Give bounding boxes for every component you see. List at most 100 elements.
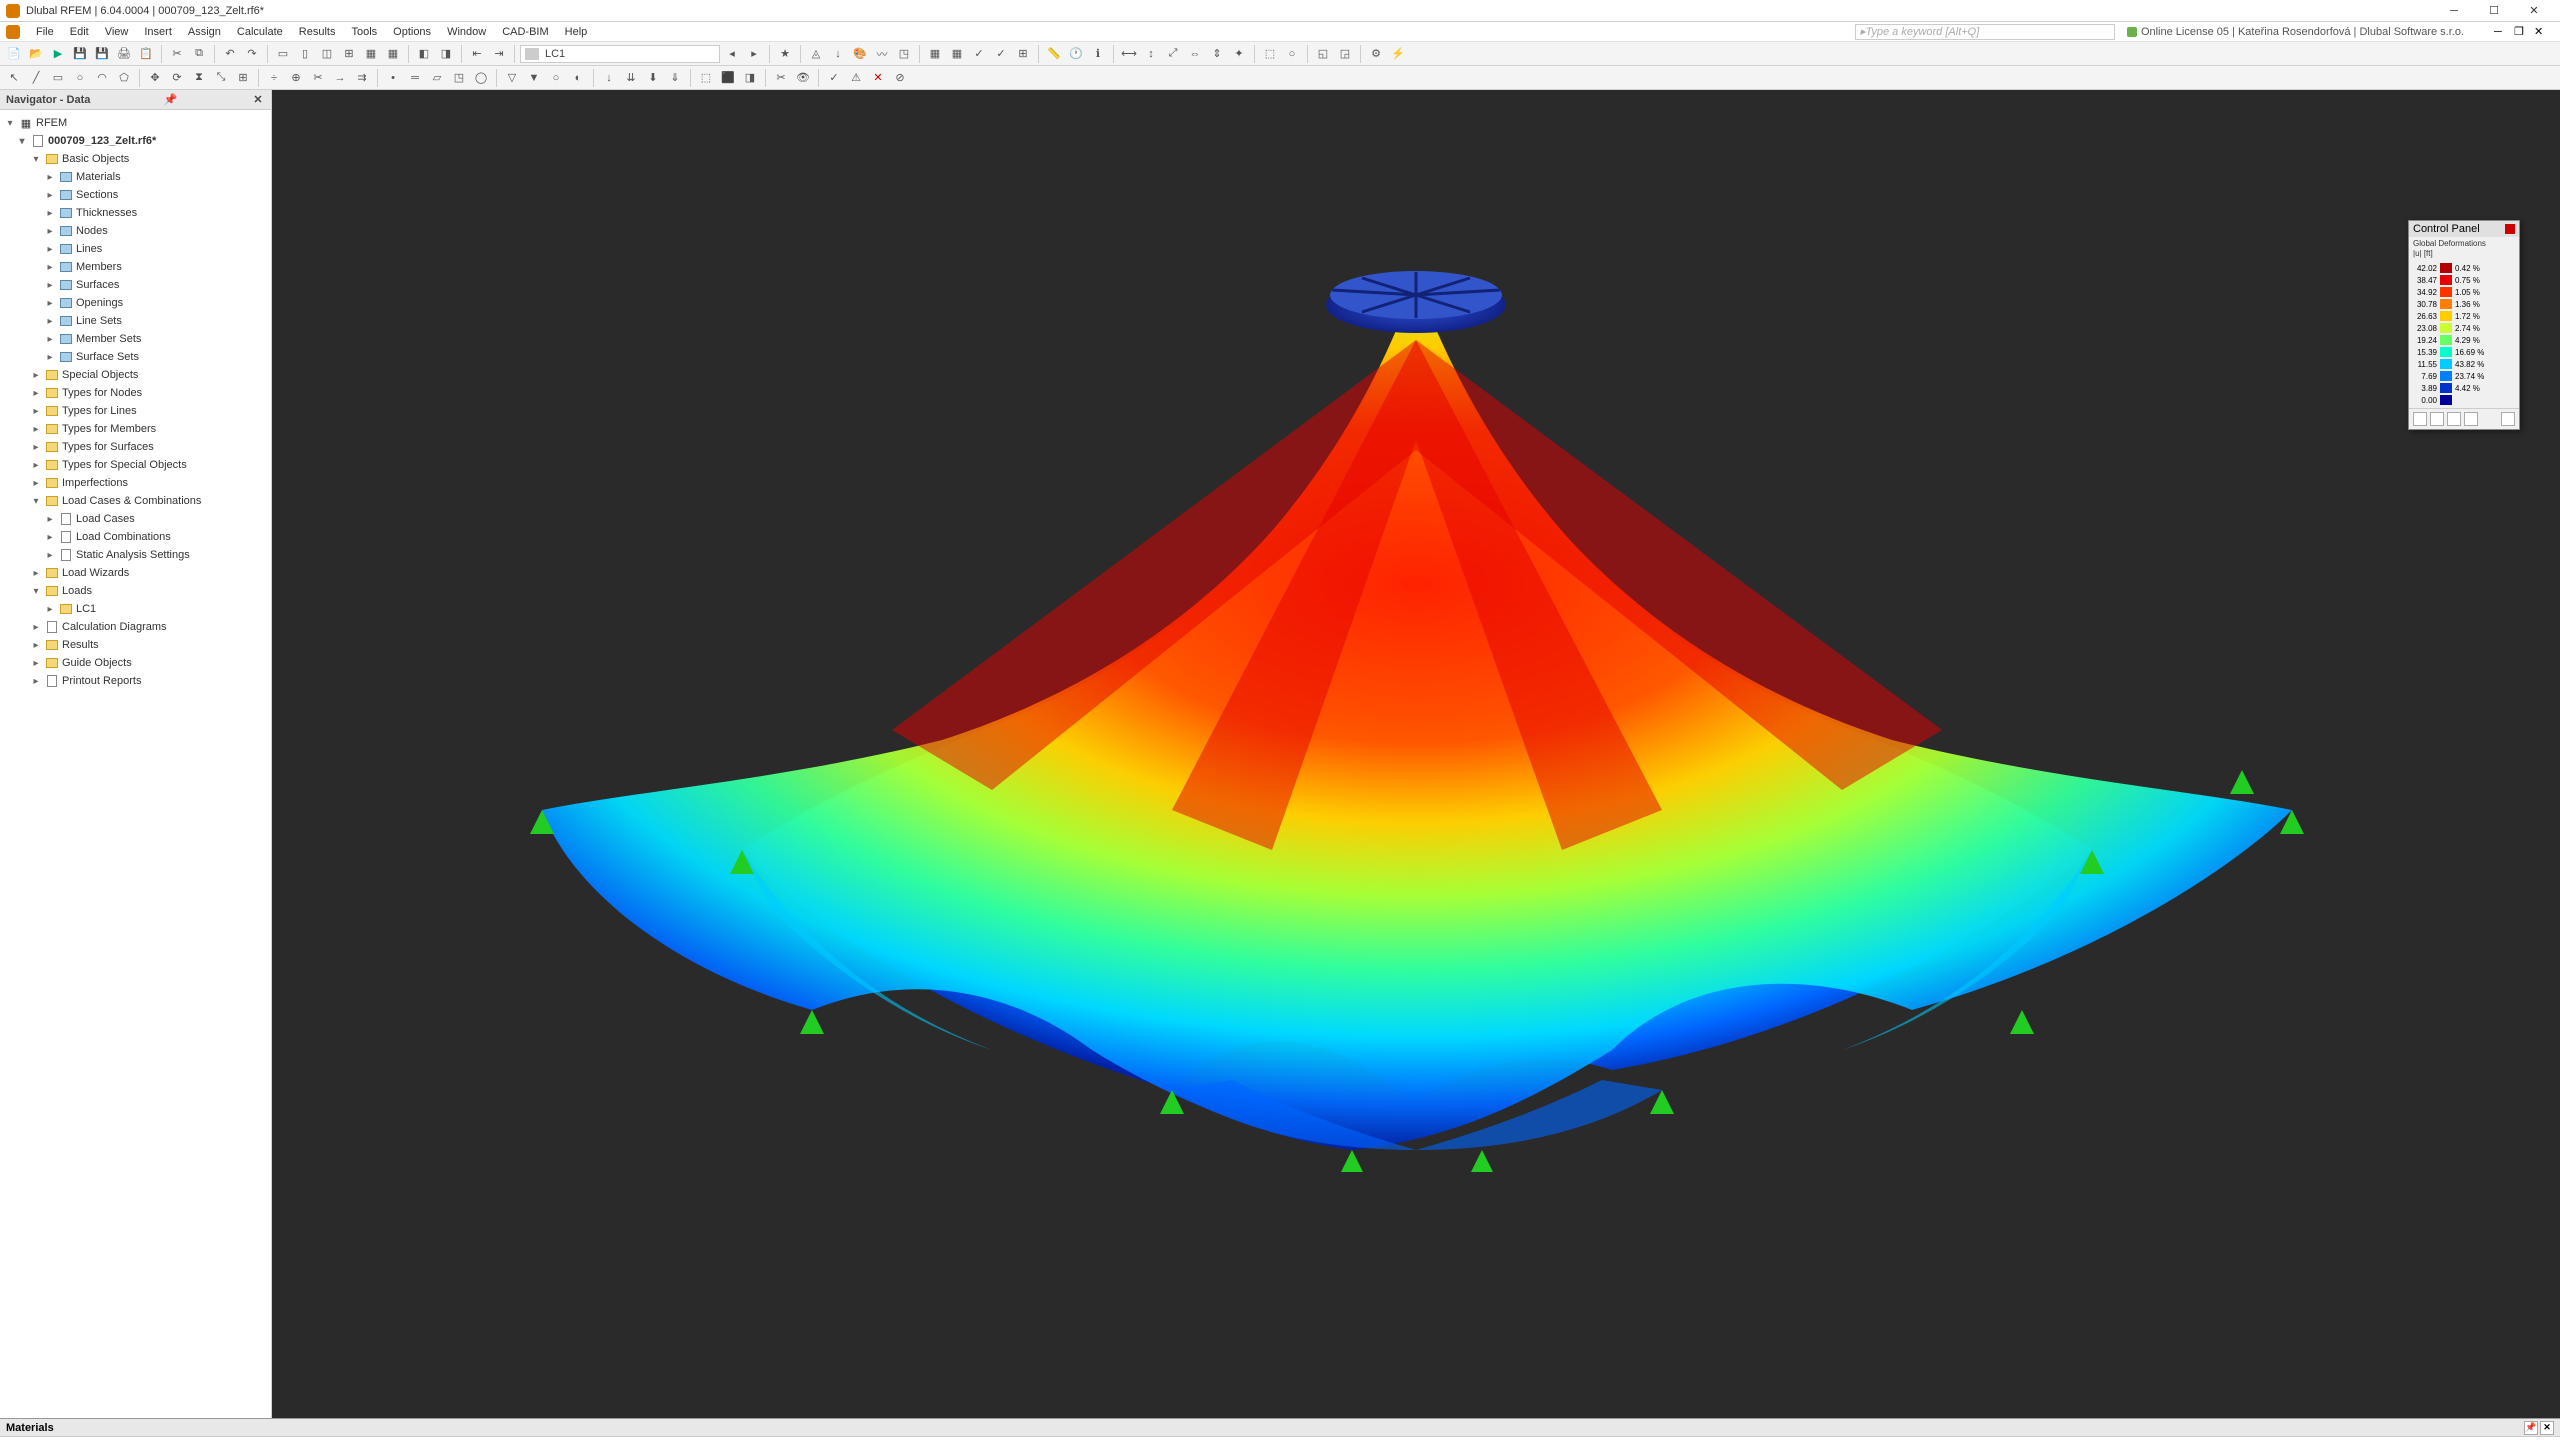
tree-imperfections[interactable]: ▸Imperfections <box>0 474 271 492</box>
load-case-combo[interactable]: LC1 <box>520 45 720 63</box>
tree-line-sets[interactable]: ▸Line Sets <box>0 312 271 330</box>
redo-button[interactable]: ↷ <box>242 44 262 64</box>
report-button[interactable]: 📋 <box>136 44 156 64</box>
arc-tool-button[interactable]: ◠ <box>92 68 112 88</box>
menu-window[interactable]: Window <box>439 24 494 40</box>
dim3-button[interactable]: ⤢ <box>1163 44 1183 64</box>
grid-button[interactable]: ▦ <box>383 44 403 64</box>
poly-tool-button[interactable]: ⬠ <box>114 68 134 88</box>
navigator-close-button[interactable]: ✕ <box>251 93 265 106</box>
offset-button[interactable]: ⇉ <box>352 68 372 88</box>
control-panel-close-icon[interactable] <box>2505 224 2515 234</box>
cp-btn3[interactable] <box>2447 412 2461 426</box>
misc1-button[interactable]: ⚙ <box>1366 44 1386 64</box>
hide-button[interactable]: 👁 <box>793 68 813 88</box>
lc-next-button[interactable]: ▸ <box>744 44 764 64</box>
tree-materials[interactable]: ▸Materials <box>0 168 271 186</box>
tree-member-sets[interactable]: ▸Member Sets <box>0 330 271 348</box>
table-button[interactable]: ▦ <box>361 44 381 64</box>
join-button[interactable]: ⊕ <box>286 68 306 88</box>
license-info[interactable]: Online License 05 | Kateřina Rosendorfov… <box>2127 26 2464 38</box>
cut-button[interactable]: ✂ <box>167 44 187 64</box>
menu-help[interactable]: Help <box>557 24 596 40</box>
extend-button[interactable]: → <box>330 68 350 88</box>
tree-surfaces[interactable]: ▸Surfaces <box>0 276 271 294</box>
tree-types-for-nodes[interactable]: ▸Types for Nodes <box>0 384 271 402</box>
tree-types-for-members[interactable]: ▸Types for Members <box>0 420 271 438</box>
mesh-button[interactable]: ▦ <box>925 44 945 64</box>
fe-button[interactable]: ▦ <box>947 44 967 64</box>
tree-types-for-lines[interactable]: ▸Types for Lines <box>0 402 271 420</box>
tree-basic-objects[interactable]: ▾Basic Objects <box>0 150 271 168</box>
cp-btn5[interactable] <box>2501 412 2515 426</box>
tree-load-cases[interactable]: ▸Load Cases <box>0 510 271 528</box>
control-panel-header[interactable]: Control Panel <box>2409 221 2519 237</box>
tree-printout-reports[interactable]: ▸Printout Reports <box>0 672 271 690</box>
render1-button[interactable]: ◧ <box>414 44 434 64</box>
menu-calculate[interactable]: Calculate <box>229 24 291 40</box>
deform-button[interactable]: 〰 <box>872 44 892 64</box>
surf-tool-button[interactable]: ▱ <box>427 68 447 88</box>
control-panel[interactable]: Control Panel Global Deformations|u| [ft… <box>2408 220 2520 430</box>
check-model-button[interactable]: ✓ <box>824 68 844 88</box>
tree-members[interactable]: ▸Members <box>0 258 271 276</box>
panel-pin-button[interactable]: 📌 <box>2524 1421 2538 1435</box>
iso-button[interactable]: ◳ <box>894 44 914 64</box>
support1-button[interactable]: ▽ <box>502 68 522 88</box>
tree-lc1[interactable]: ▸LC1 <box>0 600 271 618</box>
load1-button[interactable]: ↓ <box>599 68 619 88</box>
delete-x-button[interactable]: ✕ <box>868 68 888 88</box>
load3-button[interactable]: ⬇ <box>643 68 663 88</box>
dim2-button[interactable]: ↕ <box>1141 44 1161 64</box>
scale-button[interactable]: ⤡ <box>211 68 231 88</box>
mdi-close-button[interactable]: ✕ <box>2534 25 2554 38</box>
navigator-tree[interactable]: ▾▦RFEM▾000709_123_Zelt.rf6*▾Basic Object… <box>0 110 271 1418</box>
navigator-pin-button[interactable]: 📌 <box>164 93 178 106</box>
save-button[interactable]: 💾 <box>70 44 90 64</box>
tree-loads[interactable]: ▾Loads <box>0 582 271 600</box>
results-color-button[interactable]: 🎨 <box>850 44 870 64</box>
star-button[interactable]: ★ <box>775 44 795 64</box>
results-next-button[interactable]: ⇥ <box>489 44 509 64</box>
panel-close-button[interactable]: ✕ <box>2540 1421 2554 1435</box>
check1-button[interactable]: ✓ <box>969 44 989 64</box>
tree-special-objects[interactable]: ▸Special Objects <box>0 366 271 384</box>
info-button[interactable]: ℹ <box>1088 44 1108 64</box>
saveall-button[interactable]: 💾 <box>92 44 112 64</box>
lc-prev-button[interactable]: ◂ <box>722 44 742 64</box>
clip-button[interactable]: ✂ <box>771 68 791 88</box>
window3-button[interactable]: ◫ <box>317 44 337 64</box>
results-prev-button[interactable]: ⇤ <box>467 44 487 64</box>
plaus-button[interactable]: ⚠ <box>846 68 866 88</box>
tree-results[interactable]: ▸Results <box>0 636 271 654</box>
window2-button[interactable]: ▯ <box>295 44 315 64</box>
tree-nodes[interactable]: ▸Nodes <box>0 222 271 240</box>
view2-button[interactable]: ◲ <box>1335 44 1355 64</box>
mdi-restore-button[interactable]: ❐ <box>2514 25 2534 38</box>
menu-cad-bim[interactable]: CAD-BIM <box>494 24 556 40</box>
menu-results[interactable]: Results <box>291 24 344 40</box>
pointer-button[interactable]: ↖ <box>4 68 24 88</box>
mirror-button[interactable]: ⧗ <box>189 68 209 88</box>
tree-lines[interactable]: ▸Lines <box>0 240 271 258</box>
menu-edit[interactable]: Edit <box>62 24 97 40</box>
sel-rect-button[interactable]: ⬚ <box>696 68 716 88</box>
node-tool-button[interactable]: • <box>383 68 403 88</box>
undo-button[interactable]: ↶ <box>220 44 240 64</box>
release-button[interactable]: ◐ <box>568 68 588 88</box>
menu-options[interactable]: Options <box>385 24 439 40</box>
tree-types-for-special-objects[interactable]: ▸Types for Special Objects <box>0 456 271 474</box>
menu-tools[interactable]: Tools <box>343 24 385 40</box>
menu-view[interactable]: View <box>97 24 137 40</box>
solid-tool-button[interactable]: ◳ <box>449 68 469 88</box>
circle-tool-button[interactable]: ○ <box>70 68 90 88</box>
clock-button[interactable]: 🕐 <box>1066 44 1086 64</box>
sel2-button[interactable]: ○ <box>1282 44 1302 64</box>
close-button[interactable]: ✕ <box>2514 0 2554 22</box>
tree-load-cases-combinations[interactable]: ▾Load Cases & Combinations <box>0 492 271 510</box>
open-button[interactable]: 📂 <box>26 44 46 64</box>
loads-button[interactable]: ↓ <box>828 44 848 64</box>
trim-button[interactable]: ✂ <box>308 68 328 88</box>
line-tool-button[interactable]: ╱ <box>26 68 46 88</box>
support2-button[interactable]: ▼ <box>524 68 544 88</box>
